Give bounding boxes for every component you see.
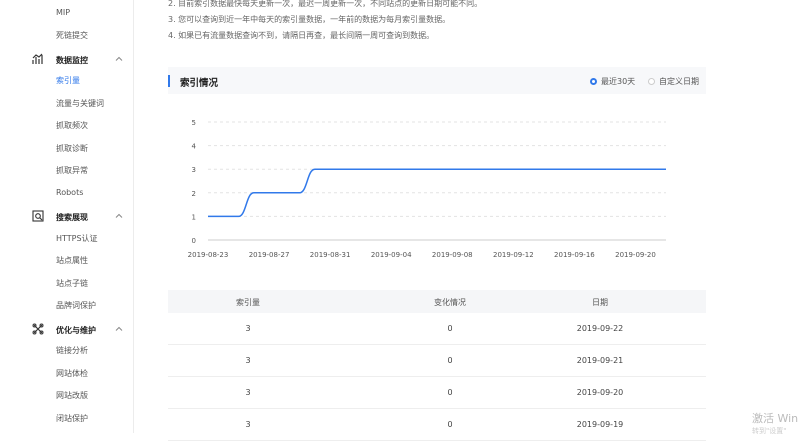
radio-custom-date[interactable]: 自定义日期 (648, 76, 699, 87)
cell-change: 0 (447, 324, 453, 333)
group-optimize-maintain[interactable]: 优化与维护 (32, 323, 124, 337)
panel-title: 索引情况 (180, 78, 219, 89)
sidebar-item-robots[interactable]: Robots (56, 188, 83, 197)
note-4: 4. 如果已有流量数据查询不到，请隔日再查，最长间隔一周可查询到数据。 (168, 31, 435, 40)
note-2: 2. 目前索引数据最快每天更新一次，最迟一周更新一次，不同站点的更新日期可能不同… (168, 0, 483, 8)
cell-index-volume: 3 (245, 420, 251, 429)
header-index-volume: 索引量 (236, 298, 260, 307)
table-row: 3 0 2019-09-19 (168, 409, 706, 441)
index-line-chart: 0 1 2 3 4 5 2019-08-23 2019-08-27 2019-08-31 2019… (188, 119, 666, 259)
cell-change: 0 (447, 420, 453, 429)
x-tick-label: 2019-08-27 (249, 251, 290, 259)
radio-recent-30-days[interactable]: 最近30天 (590, 76, 635, 87)
cell-date: 2019-09-21 (576, 356, 624, 365)
chevron-up-icon (115, 213, 123, 218)
x-tick-label: 2019-09-12 (493, 251, 534, 259)
cell-change: 0 (447, 388, 453, 397)
radio-checked-icon (590, 78, 597, 85)
table-row: 3 0 2019-09-21 (168, 345, 706, 377)
table-row: 3 0 2019-09-20 (168, 377, 706, 409)
index-table: 索引量 变化情况 日期 3 0 2019-09-22 3 0 2019-09-2… (168, 290, 706, 441)
table-header: 索引量 变化情况 日期 (168, 290, 706, 313)
cell-date: 2019-09-20 (576, 388, 624, 397)
y-tick-label: 5 (192, 119, 196, 127)
y-tick-label: 1 (192, 213, 196, 221)
cell-index-volume: 3 (245, 324, 251, 333)
note-3: 3. 您可以查询到近一年中每天的索引量数据，一年前的数据为每月索引量数据。 (168, 15, 451, 24)
sidebar-item-brand-protection[interactable]: 品牌词保护 (56, 300, 96, 311)
y-tick-label: 2 (192, 190, 196, 198)
x-tick-label: 2019-08-23 (188, 251, 229, 259)
sidebar-item-site-check[interactable]: 网站体检 (56, 368, 88, 379)
sidebar-item-crawl-diagnosis[interactable]: 抓取诊断 (56, 143, 88, 154)
cell-date: 2019-09-22 (576, 324, 624, 333)
y-tick-label: 4 (192, 143, 197, 151)
header-change: 变化情况 (434, 298, 466, 307)
radio-label: 自定义日期 (659, 77, 699, 86)
sidebar-item-site-closure[interactable]: 闭站保护 (56, 413, 88, 424)
sidebar-item-sitelinks[interactable]: 站点子链 (56, 278, 88, 289)
cell-index-volume: 3 (245, 356, 251, 365)
activation-watermark: 激活 Win (752, 412, 798, 425)
chart-bars-icon (32, 53, 43, 64)
x-tick-label: 2019-09-16 (554, 251, 595, 259)
sidebar-item-mip[interactable]: MIP (56, 8, 70, 17)
group-label: 优化与维护 (56, 326, 96, 335)
sidebar-item-crawl-errors[interactable]: 抓取异常 (56, 165, 88, 176)
sidebar-item-site-revision[interactable]: 网站改版 (56, 390, 88, 401)
sidebar-item-traffic-keywords[interactable]: 流量与关键词 (56, 98, 104, 109)
group-search-display[interactable]: 搜索展现 (32, 210, 124, 224)
group-label: 数据监控 (56, 56, 88, 65)
table-row: 3 0 2019-09-22 (168, 313, 706, 345)
cell-date: 2019-09-19 (576, 420, 624, 429)
notes: 2. 目前索引数据最快每天更新一次，最迟一周更新一次，不同站点的更新日期可能不同… (168, 0, 482, 44)
chevron-up-icon (115, 56, 123, 61)
sidebar-item-site-attributes[interactable]: 站点属性 (56, 255, 88, 266)
x-tick-label: 2019-08-31 (310, 251, 351, 259)
cell-change: 0 (447, 356, 453, 365)
radio-label: 最近30天 (601, 77, 636, 86)
cell-index-volume: 3 (245, 388, 251, 397)
radio-unchecked-icon (648, 78, 655, 85)
sidebar-item-crawl-frequency[interactable]: 抓取频次 (56, 120, 88, 131)
tools-icon (32, 323, 44, 335)
index-panel-header: 索引情况 最近30天 自定义日期 (168, 67, 706, 94)
sidebar-item-https[interactable]: HTTPS认证 (56, 233, 98, 244)
group-label: 搜索展现 (56, 213, 88, 222)
activation-watermark-sub: 转到"设置" (752, 427, 787, 435)
title-accent-bar (168, 75, 170, 87)
x-tick-label: 2019-09-04 (371, 251, 412, 259)
y-tick-label: 0 (192, 237, 196, 245)
chevron-up-icon (115, 326, 123, 331)
sidebar: MIP 死链提交 数据监控 索引量 流量与关键词 抓取频次 抓取诊断 抓取异常 … (0, 0, 134, 433)
sidebar-item-link-analysis[interactable]: 链接分析 (56, 345, 88, 356)
group-data-monitor[interactable]: 数据监控 (32, 53, 124, 67)
sidebar-item-index-volume[interactable]: 索引量 (56, 75, 80, 86)
x-tick-label: 2019-09-08 (432, 251, 473, 259)
header-date: 日期 (592, 298, 608, 307)
y-tick-label: 3 (192, 166, 196, 174)
sidebar-item-dead-link[interactable]: 死链提交 (56, 30, 88, 41)
x-tick-label: 2019-09-20 (615, 251, 656, 259)
search-square-icon (32, 210, 44, 222)
